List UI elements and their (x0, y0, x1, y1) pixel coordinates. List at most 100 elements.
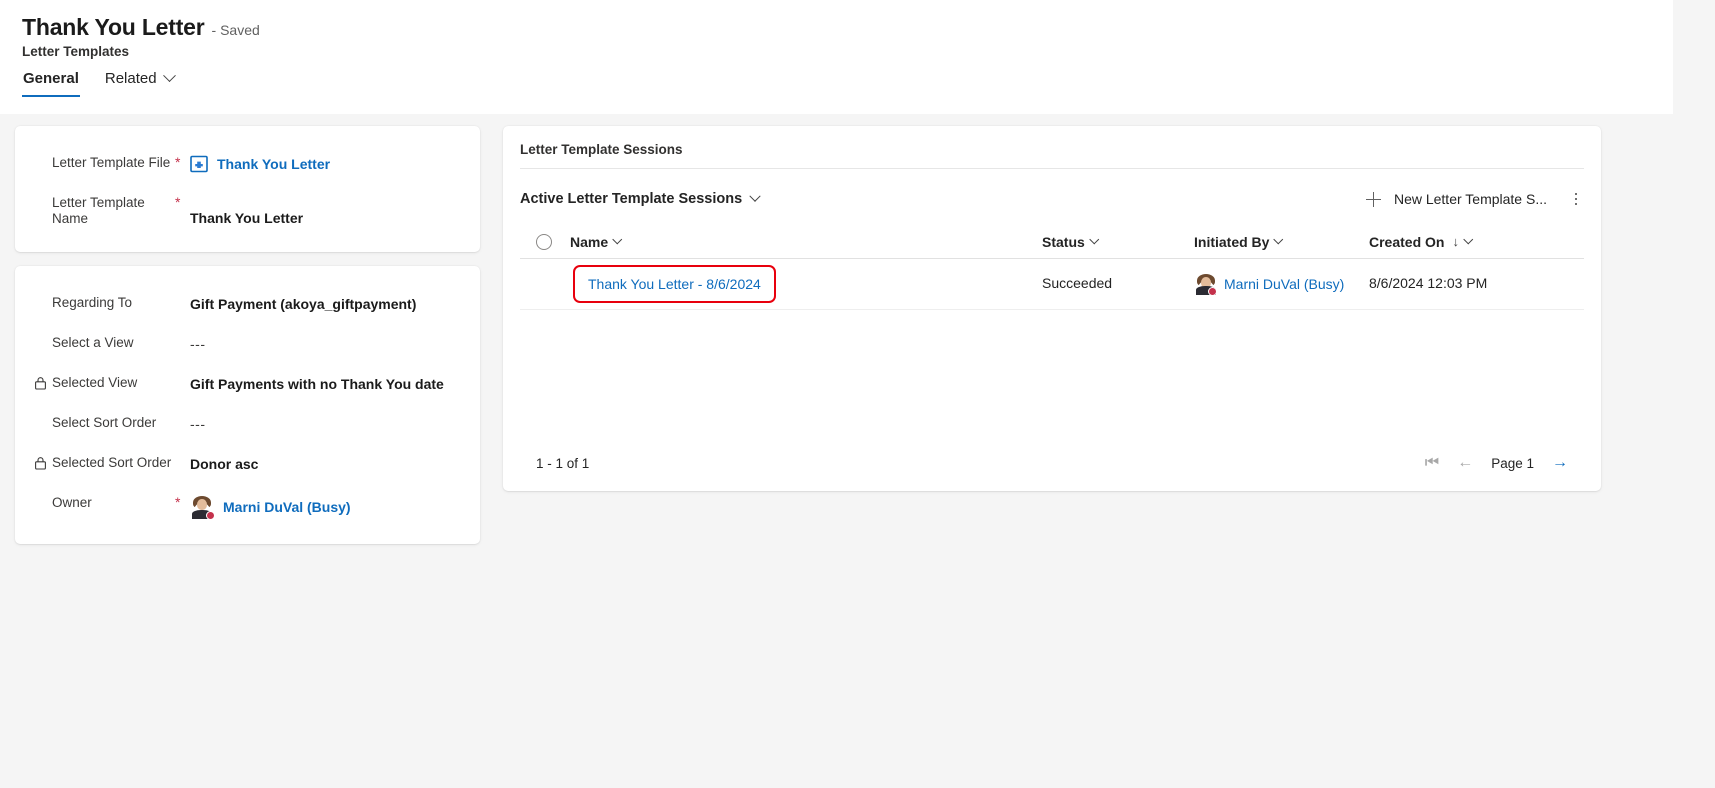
grid-header-row: Name Status Initiated By Created On ↓ (520, 225, 1584, 259)
file-template-icon (190, 155, 208, 173)
column-header-status[interactable]: Status (1042, 234, 1194, 250)
template-file-card: Letter Template File * Thank You Letter … (15, 126, 480, 252)
field-select-a-view: Select a View --- (15, 324, 480, 364)
field-letter-template-file: Letter Template File * Thank You Letter (15, 144, 480, 184)
more-commands-icon[interactable] (1567, 190, 1585, 208)
new-letter-template-session-button[interactable]: New Letter Template S... (1360, 187, 1553, 211)
created-on-value: 8/6/2024 12:03 PM (1369, 275, 1488, 291)
header-title-row: Thank You Letter - Saved (22, 14, 260, 41)
chevron-down-icon (612, 234, 622, 244)
field-label: Letter Template File (52, 155, 171, 170)
owner-value[interactable]: Marni DuVal (Busy) (185, 495, 480, 520)
select-a-view-value[interactable]: --- (185, 335, 480, 353)
cell-created-on: 8/6/2024 12:03 PM (1369, 275, 1584, 293)
tab-general[interactable]: General (22, 70, 80, 97)
field-label-wrap: Select Sort Order (15, 415, 175, 431)
new-button-label: New Letter Template S... (1393, 191, 1547, 207)
plus-icon (1365, 191, 1381, 207)
field-owner: Owner * Marni DuVal (Busy) (15, 484, 480, 530)
select-all-cell (520, 233, 570, 250)
row-name-link[interactable]: Thank You Letter - 8/6/2024 (588, 276, 761, 292)
field-label-wrap: Select a View (15, 335, 175, 351)
tab-related[interactable]: Related (104, 69, 176, 97)
tab-general-label: General (23, 70, 79, 87)
letter-template-sessions-subgrid: Letter Template Sessions Active Letter T… (503, 126, 1601, 491)
letter-template-name-value[interactable]: Thank You Letter (185, 209, 480, 227)
field-label: Select a View (52, 335, 134, 350)
field-label-wrap: Owner (15, 495, 175, 511)
chevron-down-icon (749, 190, 761, 202)
column-header-label: Created On (1369, 233, 1445, 250)
view-selector-label: Active Letter Template Sessions (520, 191, 743, 207)
avatar (190, 495, 215, 520)
letter-template-file-link[interactable]: Thank You Letter (185, 155, 480, 173)
required-indicator: * (175, 194, 181, 210)
previous-page-icon[interactable]: ← (1457, 455, 1473, 471)
row-name-highlight: Thank You Letter - 8/6/2024 (573, 265, 776, 303)
chevron-down-icon (1274, 234, 1284, 244)
field-label-wrap: Letter Template Name (15, 195, 175, 227)
subgrid-toolbar: Active Letter Template Sessions New Lett… (503, 169, 1601, 211)
record-count: 1 - 1 of 1 (536, 455, 590, 471)
letter-template-file-value: Thank You Letter (217, 156, 331, 172)
field-label: Select Sort Order (52, 415, 157, 430)
avatar (1194, 273, 1217, 296)
chevron-down-icon (162, 69, 176, 83)
column-header-name[interactable]: Name (570, 234, 1042, 250)
entity-name: Letter Templates (22, 44, 130, 59)
tab-related-label: Related (104, 70, 157, 87)
field-regarding-to: Regarding To Gift Payment (akoya_giftpay… (15, 284, 480, 324)
column-header-initiated-by[interactable]: Initiated By (1194, 234, 1369, 250)
column-header-created-on[interactable]: Created On ↓ (1369, 234, 1584, 250)
presence-busy-icon (206, 511, 215, 520)
field-label-wrap: Selected View (15, 375, 175, 391)
selected-sort-order-value: Donor asc (190, 456, 259, 472)
field-label-wrap: Selected Sort Order (15, 455, 175, 471)
form-tabs: General Related (22, 69, 176, 97)
sessions-grid: Name Status Initiated By Created On ↓ Th… (503, 225, 1601, 310)
form-body: Letter Template File * Thank You Letter … (0, 114, 1673, 788)
table-row[interactable]: Thank You Letter - 8/6/2024 Succeeded Ma… (520, 259, 1584, 310)
owner-name: Marni DuVal (Busy) (223, 499, 351, 515)
column-header-label: Initiated By (1194, 233, 1270, 250)
first-page-icon[interactable]: ⏮ (1425, 455, 1439, 471)
form-left-column: Letter Template File * Thank You Letter … (15, 126, 480, 558)
required-indicator: * (175, 154, 181, 170)
field-label: Letter Template Name (52, 195, 145, 226)
owner-person[interactable]: Marni DuVal (Busy) (190, 495, 480, 520)
subgrid-title: Letter Template Sessions (520, 142, 683, 157)
next-page-icon[interactable]: → (1552, 455, 1568, 471)
field-label: Regarding To (52, 295, 133, 310)
selected-view-value: Gift Payments with no Thank You date (190, 376, 444, 392)
page-title: Thank You Letter (22, 14, 205, 40)
field-label-wrap: Regarding To (15, 295, 175, 311)
column-header-label: Status (1042, 233, 1085, 250)
select-sort-order-value[interactable]: --- (185, 415, 480, 433)
select-all-checkbox[interactable] (536, 233, 552, 250)
field-selected-view: Selected View Gift Payments with no Than… (15, 364, 480, 404)
view-selector[interactable]: Active Letter Template Sessions (520, 190, 761, 207)
chevron-down-icon (1089, 234, 1099, 244)
required-spacer (175, 295, 185, 296)
regarding-to-value[interactable]: Gift Payment (akoya_giftpayment) (185, 295, 480, 313)
cell-initiated-by: Marni DuVal (Busy) (1194, 273, 1369, 296)
page-label: Page 1 (1491, 455, 1534, 471)
toolbar-commands: New Letter Template S... (1360, 187, 1585, 211)
status-value: Succeeded (1042, 275, 1113, 291)
field-selected-sort-order: Selected Sort Order Donor asc (15, 444, 480, 484)
column-header-label: Name (570, 233, 609, 250)
field-label-wrap: Letter Template File (15, 155, 175, 171)
field-label: Selected Sort Order (52, 455, 172, 470)
required-spacer (175, 455, 185, 456)
field-select-sort-order: Select Sort Order --- (15, 404, 480, 444)
required-spacer (175, 415, 185, 416)
cell-status: Succeeded (1042, 275, 1194, 293)
template-settings-card: Regarding To Gift Payment (akoya_giftpay… (15, 266, 480, 544)
field-label: Owner (52, 495, 92, 510)
initiated-by-person[interactable]: Marni DuVal (Busy) (1194, 273, 1369, 296)
record-header: Thank You Letter - Saved Letter Template… (0, 0, 1673, 114)
chevron-down-icon (1463, 234, 1473, 244)
field-label: Selected View (52, 375, 138, 390)
field-letter-template-name: Letter Template Name * Thank You Letter (15, 184, 480, 238)
grid-footer: 1 - 1 of 1 ⏮ ← Page 1 → (503, 435, 1601, 491)
